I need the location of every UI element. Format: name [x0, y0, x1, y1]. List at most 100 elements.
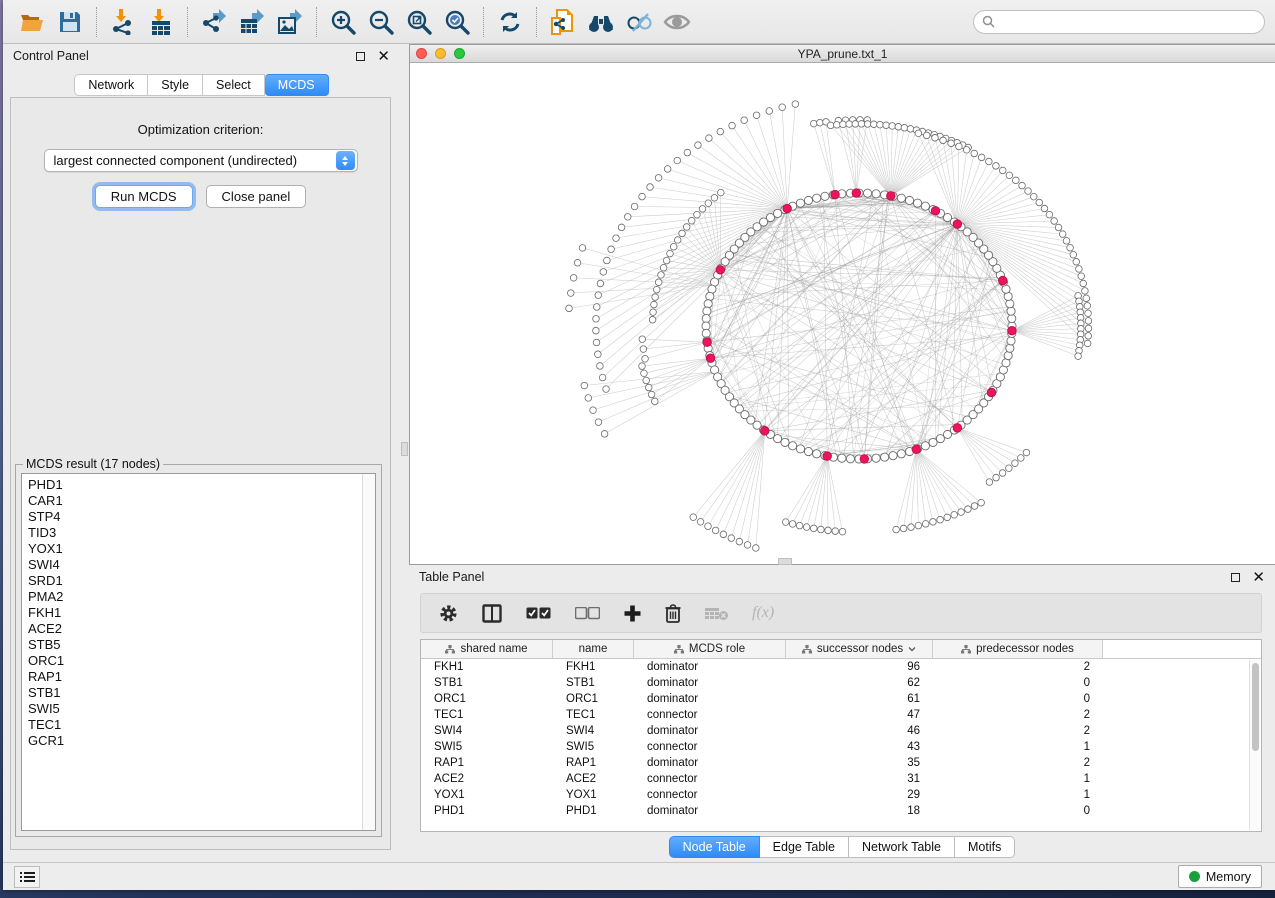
function-builder-icon[interactable]: f(x) — [752, 604, 774, 622]
table-row[interactable]: YOX1YOX1connector291 — [421, 787, 1261, 803]
cell-name: ORC1 — [553, 693, 634, 705]
tab-mcds[interactable]: MCDS — [265, 74, 329, 96]
mcds-result-item[interactable]: STB5 — [28, 637, 362, 653]
mcds-result-item[interactable]: YOX1 — [28, 541, 362, 557]
column-header-predecessor-nodes[interactable]: predecessor nodes — [933, 640, 1103, 658]
table-row[interactable]: ORC1ORC1dominator610 — [421, 691, 1261, 707]
cell-name: YOX1 — [553, 789, 634, 801]
save-session-button[interactable] — [51, 4, 89, 40]
column-header-successor-nodes[interactable]: successor nodes — [786, 640, 933, 658]
hide-graphics-details-button[interactable] — [620, 4, 658, 40]
tab-node-table[interactable]: Node Table — [669, 836, 760, 858]
zoom-in-button[interactable] — [324, 4, 362, 40]
scrollbar-thumb[interactable] — [1252, 663, 1259, 751]
splitter-handle[interactable] — [401, 442, 408, 456]
tab-style[interactable]: Style — [148, 74, 203, 96]
mcds-result-item[interactable]: SWI4 — [28, 557, 362, 573]
table-row[interactable]: SWI5SWI5connector431 — [421, 739, 1261, 755]
close-traffic-light[interactable] — [416, 48, 427, 59]
float-panel-icon[interactable] — [356, 52, 365, 61]
mcds-result-item[interactable]: SWI5 — [28, 701, 362, 717]
table-settings-gear-icon[interactable] — [439, 604, 458, 623]
mcds-result-item[interactable]: RAP1 — [28, 669, 362, 685]
import-network-button[interactable] — [104, 4, 142, 40]
tab-network-table[interactable]: Network Table — [849, 836, 955, 858]
mcds-result-item[interactable]: PHD1 — [28, 477, 362, 493]
search-box — [973, 10, 1265, 34]
tab-motifs[interactable]: Motifs — [955, 836, 1015, 858]
network-view[interactable] — [410, 63, 1275, 564]
tab-select[interactable]: Select — [203, 74, 265, 96]
table-body: FKH1FKH1dominator962STB1STB1dominator620… — [421, 659, 1261, 831]
cell-successor_nodes: 61 — [786, 693, 933, 705]
search-input[interactable] — [1000, 15, 1256, 29]
show-hide-view-button[interactable] — [658, 4, 696, 40]
status-bar: Memory — [3, 862, 1275, 890]
optimization-criterion-select[interactable]: largest connected component (undirected) — [44, 149, 358, 172]
refresh-layout-button[interactable] — [491, 4, 529, 40]
table-row[interactable]: STB1STB1dominator620 — [421, 675, 1261, 691]
cell-name: ACE2 — [553, 773, 634, 785]
mcds-result-item[interactable]: CAR1 — [28, 493, 362, 509]
run-mcds-button[interactable]: Run MCDS — [95, 185, 193, 208]
cell-mcds_role: dominator — [634, 725, 786, 737]
mcds-result-item[interactable]: FKH1 — [28, 605, 362, 621]
mcds-result-item[interactable]: PMA2 — [28, 589, 362, 605]
close-panel-icon[interactable]: ✕ — [377, 49, 390, 64]
create-column-plus-icon[interactable] — [624, 605, 641, 622]
column-header-name[interactable]: name — [553, 640, 634, 658]
mcds-result-item[interactable]: STB1 — [28, 685, 362, 701]
tab-edge-table[interactable]: Edge Table — [760, 836, 849, 858]
zoom-selected-button[interactable] — [438, 4, 476, 40]
column-header-shared-name[interactable]: shared name — [421, 640, 553, 658]
table-scrollbar[interactable] — [1249, 660, 1260, 830]
mcds-result-item[interactable]: SRD1 — [28, 573, 362, 589]
column-header-MCDS-role[interactable]: MCDS role — [634, 640, 786, 658]
minimize-traffic-light[interactable] — [435, 48, 446, 59]
table-row[interactable]: PHD1PHD1dominator180 — [421, 803, 1261, 819]
delete-column-trash-icon[interactable] — [665, 604, 681, 623]
memory-button[interactable]: Memory — [1178, 865, 1262, 888]
float-panel-icon[interactable] — [1231, 573, 1240, 582]
mcds-list-scrollbar[interactable] — [362, 474, 375, 830]
table-row[interactable]: RAP1RAP1dominator352 — [421, 755, 1261, 771]
mcds-result-item[interactable]: STP4 — [28, 509, 362, 525]
control-panel-title: Control Panel — [13, 49, 89, 63]
mcds-result-item[interactable]: ORC1 — [28, 653, 362, 669]
list-icon — [20, 871, 35, 883]
zoom-out-button[interactable] — [362, 4, 400, 40]
close-panel-icon[interactable]: ✕ — [1252, 570, 1265, 585]
select-all-columns-icon[interactable] — [526, 607, 551, 620]
cell-shared_name: ORC1 — [421, 693, 553, 705]
close-panel-button[interactable]: Close panel — [206, 185, 307, 208]
zoom-fit-button[interactable] — [400, 4, 438, 40]
tab-network[interactable]: Network — [74, 74, 148, 96]
search-binoculars-button[interactable] — [582, 4, 620, 40]
mcds-result-item[interactable]: ACE2 — [28, 621, 362, 637]
export-table-button[interactable] — [233, 4, 271, 40]
cell-predecessor_nodes: 0 — [933, 693, 1103, 705]
horizontal-splitter-handle[interactable] — [778, 558, 792, 565]
delete-table-icon[interactable] — [705, 606, 728, 621]
task-history-button[interactable] — [14, 866, 40, 888]
mcds-result-item[interactable]: TID3 — [28, 525, 362, 541]
export-image-button[interactable] — [271, 4, 309, 40]
vertical-splitter[interactable] — [400, 44, 409, 862]
show-column-panel-icon[interactable] — [482, 604, 502, 623]
share-network-document-button[interactable] — [544, 4, 582, 40]
open-file-button[interactable] — [13, 4, 51, 40]
import-table-button[interactable] — [142, 4, 180, 40]
mcds-result-item[interactable]: TEC1 — [28, 717, 362, 733]
table-row[interactable]: SWI4SWI4dominator462 — [421, 723, 1261, 739]
mcds-result-list[interactable]: PHD1CAR1STP4TID3YOX1SWI4SRD1PMA2FKH1ACE2… — [21, 473, 376, 831]
maximize-traffic-light[interactable] — [454, 48, 465, 59]
table-row[interactable]: ACE2ACE2connector311 — [421, 771, 1261, 787]
cell-mcds_role: connector — [634, 773, 786, 785]
export-network-button[interactable] — [195, 4, 233, 40]
mcds-result-item[interactable]: GCR1 — [28, 733, 362, 749]
table-row[interactable]: TEC1TEC1connector472 — [421, 707, 1261, 723]
table-row[interactable]: FKH1FKH1dominator962 — [421, 659, 1261, 675]
right-column: YPA_prune.txt_1 Table Panel ✕ — [409, 44, 1275, 862]
select-stepper-icon — [336, 151, 355, 170]
deselect-all-columns-icon[interactable] — [575, 607, 600, 620]
